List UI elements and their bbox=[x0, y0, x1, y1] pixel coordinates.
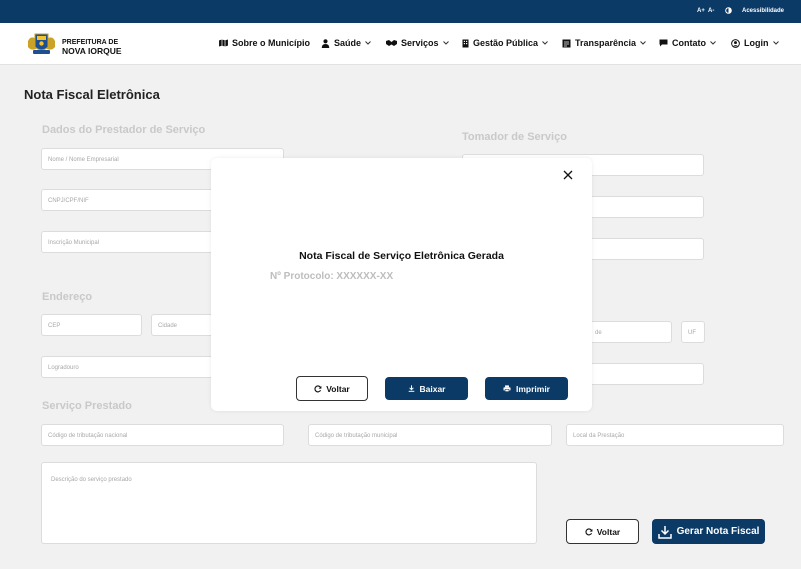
nav-item-health[interactable]: Saúde bbox=[321, 38, 371, 48]
print-button[interactable]: Imprimir bbox=[485, 377, 568, 400]
taker-section-title: Tomador de Serviço bbox=[462, 131, 567, 143]
chat-icon bbox=[659, 39, 668, 47]
chevron-down-icon bbox=[710, 41, 716, 45]
nav-label-login: Login bbox=[744, 38, 769, 48]
modal-back-button-label: Voltar bbox=[326, 383, 350, 394]
chevron-down-icon bbox=[772, 41, 779, 45]
back-button[interactable]: Voltar bbox=[566, 519, 639, 544]
uf-field[interactable]: UF bbox=[681, 321, 705, 343]
nav-item-contact[interactable]: Contato bbox=[659, 38, 716, 48]
nav-label-transparency: Transparência bbox=[575, 38, 637, 48]
city-logo[interactable] bbox=[27, 31, 56, 56]
font-decrease-button[interactable]: A- bbox=[708, 8, 714, 14]
font-increase-button[interactable]: A+ bbox=[697, 8, 705, 14]
nav-item-login[interactable]: Login bbox=[731, 38, 779, 48]
generate-invoice-button-label: Gerar Nota Fiscal bbox=[676, 526, 760, 537]
user-medical-icon bbox=[321, 38, 330, 48]
user-circle-icon bbox=[731, 38, 740, 48]
handshake-icon bbox=[386, 40, 397, 46]
chevron-down-icon bbox=[442, 41, 449, 45]
national-tax-code-field[interactable]: Código de tributação nacional bbox=[41, 424, 284, 446]
print-button-label: Imprimir bbox=[515, 383, 550, 394]
download-icon bbox=[408, 385, 414, 392]
generate-invoice-button[interactable]: Gerar Nota Fiscal bbox=[652, 519, 765, 544]
close-icon[interactable] bbox=[563, 170, 573, 180]
printer-icon bbox=[503, 385, 511, 392]
protocol-number: Nº Protocolo: XXXXXX-XX bbox=[270, 271, 394, 282]
service-location-field[interactable]: Local da Prestação bbox=[566, 424, 784, 446]
address-section-title: Endereço bbox=[42, 291, 93, 303]
site-header: PREFEITURA DE NOVA IORQUE Sobre o Municí… bbox=[0, 23, 801, 65]
nav-item-transparency[interactable]: Transparência bbox=[562, 38, 646, 48]
service-description-textarea[interactable]: Descrição do serviço prestado bbox=[41, 462, 537, 544]
accessibility-link[interactable]: Acessibilidade bbox=[742, 8, 784, 14]
modal-back-button[interactable]: Voltar bbox=[296, 376, 368, 401]
brand-name[interactable]: PREFEITURA DE NOVA IORQUE bbox=[62, 39, 122, 55]
chevron-down-icon bbox=[365, 41, 371, 45]
building-icon bbox=[462, 39, 469, 47]
refresh-icon bbox=[585, 527, 593, 535]
document-icon bbox=[562, 39, 571, 47]
nav-label-about: Sobre o Município bbox=[232, 38, 310, 48]
nav-label-services: Serviços bbox=[401, 38, 439, 48]
download-icon bbox=[657, 525, 672, 539]
municipal-tax-code-field[interactable]: Código de tributação municipal bbox=[308, 424, 552, 446]
nav-item-public-management[interactable]: Gestão Pública bbox=[462, 38, 548, 48]
map-icon bbox=[219, 39, 228, 47]
invoice-generated-modal: Nota Fiscal de Serviço Eletrônica Gerada… bbox=[211, 158, 592, 411]
service-section-title: Serviço Prestado bbox=[42, 400, 132, 412]
nav-label-contact: Contato bbox=[672, 38, 706, 48]
download-button-label: Baixar bbox=[419, 383, 446, 394]
nav-item-about[interactable]: Sobre o Município bbox=[219, 38, 310, 48]
nav-label-health: Saúde bbox=[334, 38, 362, 48]
chevron-down-icon bbox=[640, 41, 646, 45]
contrast-icon[interactable] bbox=[725, 7, 732, 16]
download-button[interactable]: Baixar bbox=[385, 377, 468, 400]
back-button-label: Voltar bbox=[596, 526, 621, 537]
provider-section-title: Dados do Prestador de Serviço bbox=[42, 124, 206, 136]
nav-label-public-management: Gestão Pública bbox=[473, 38, 539, 48]
cep-field[interactable]: CEP bbox=[41, 314, 142, 336]
modal-title: Nota Fiscal de Serviço Eletrônica Gerada bbox=[299, 250, 504, 262]
refresh-icon bbox=[314, 384, 322, 392]
chevron-down-icon bbox=[542, 41, 548, 45]
brand-line-2: NOVA IORQUE bbox=[62, 46, 122, 56]
accessibility-bar: A+ A- Acessibilidade bbox=[0, 0, 801, 23]
nav-item-services[interactable]: Serviços bbox=[386, 38, 449, 48]
page-title: Nota Fiscal Eletrônica bbox=[24, 87, 160, 102]
